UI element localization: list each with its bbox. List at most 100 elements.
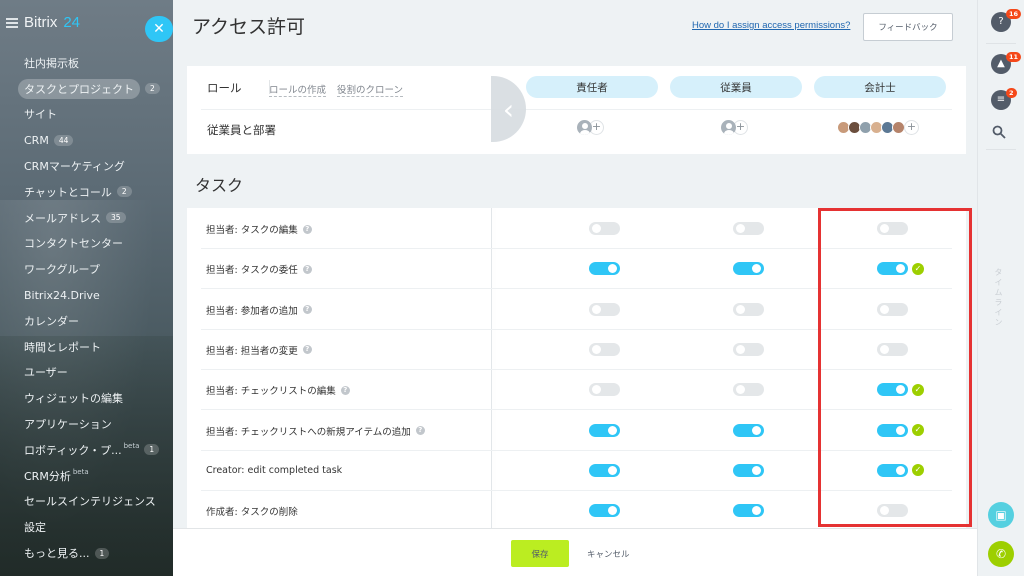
logo[interactable]: Bitrix 24 [6, 14, 80, 31]
help-icon[interactable]: ? [415, 426, 425, 435]
sidebar-item-label: CRM [24, 133, 49, 147]
close-slider-button[interactable]: ✕ [145, 16, 173, 42]
sidebar-item[interactable]: ワークグループ [0, 256, 173, 282]
role-column-manager[interactable]: 責任者 [526, 76, 658, 98]
sidebar-item[interactable]: CRM 44 [0, 127, 173, 153]
help-icon[interactable]: ? [302, 345, 312, 355]
toggle-knob [752, 264, 761, 274]
sidebar-item-label: サイト [24, 108, 57, 122]
sidebar-item[interactable]: Bitrix24.Drive [0, 282, 173, 308]
sidebar-item[interactable]: タスクとプロジェクト 2 [0, 76, 173, 102]
help-icon[interactable]: ? [302, 264, 312, 274]
members-manager[interactable]: + [577, 120, 604, 135]
timeline-label[interactable]: タイムライン [993, 268, 1004, 328]
sidebar-item-label: メールアドレス [24, 211, 101, 225]
permission-toggle[interactable] [733, 504, 764, 518]
members-accountant[interactable]: + [837, 120, 919, 135]
create-role-link[interactable]: ロールの作成 [269, 82, 327, 97]
user-avatar-icon [577, 120, 592, 135]
sidebar-item-label: もっと見る... [24, 547, 90, 561]
role-column-employee[interactable]: 従業員 [670, 76, 802, 98]
search-icon[interactable] [992, 125, 1006, 139]
permission-label: 担当者: タスクの委任? [206, 249, 312, 289]
permission-toggle[interactable] [589, 504, 620, 518]
sidebar-item[interactable]: ロボティック・プ... beta 1 [0, 437, 173, 463]
sidebar-item[interactable]: セールスインテリジェンス [0, 489, 173, 515]
chevron-left-icon: ‹ [502, 92, 515, 126]
toggle-knob [592, 385, 601, 395]
sidebar-menu: 社内掲示板 タスクとプロジェクト 2 サイト CRM 44 CRMマーケティング チャットとコ… [0, 50, 173, 566]
add-member-icon[interactable]: + [904, 120, 919, 135]
permission-toggle[interactable] [733, 383, 764, 397]
sidebar-item[interactable]: 社内掲示板 [0, 50, 173, 76]
permission-toggle[interactable] [733, 463, 764, 477]
sidebar-item[interactable]: カレンダー [0, 308, 173, 334]
counter-badge: 35 [106, 212, 126, 224]
help-icon[interactable]: ? [302, 224, 312, 234]
sidebar-item[interactable]: CRM分析 beta [0, 463, 173, 489]
toggle-knob [736, 385, 745, 395]
permission-toggle[interactable] [589, 383, 620, 397]
divider [986, 43, 1016, 44]
sidebar-item[interactable]: チャットとコール 2 [0, 179, 173, 205]
highlight-annotation [818, 208, 972, 527]
sidebar-item[interactable]: コンタクトセンター [0, 231, 173, 257]
toggle-knob [608, 506, 617, 516]
save-button[interactable]: 保存 [511, 540, 569, 567]
permission-toggle[interactable] [589, 423, 620, 437]
help-icon[interactable]: ? [302, 305, 312, 315]
sidebar-item[interactable]: ユーザー [0, 360, 173, 386]
beta-label: beta [72, 467, 89, 476]
permission-toggle[interactable] [733, 262, 764, 276]
permission-label: 担当者: チェックリストへの新規アイテムの追加? [206, 411, 425, 451]
sidebar-item[interactable]: もっと見る... 1 [0, 540, 173, 566]
feedback-button[interactable]: フィードバック [863, 13, 953, 41]
divider [986, 149, 1016, 150]
permission-toggle[interactable] [589, 222, 620, 235]
permission-label-text: 担当者: 担当者の変更 [206, 345, 298, 357]
permission-toggle[interactable] [733, 302, 764, 316]
counter-badge: 1 [94, 547, 110, 559]
toggle-knob [592, 344, 601, 354]
help-icon[interactable]: ? [340, 385, 350, 395]
counter-badge: 1 [144, 444, 160, 456]
toggle-knob [608, 465, 617, 475]
permission-label-text: 担当者: チェックリストの編集 [206, 386, 336, 398]
roles-label: ロール [207, 81, 242, 95]
permission-toggle[interactable] [733, 222, 764, 235]
sidebar-item[interactable]: 設定 [0, 514, 173, 540]
permission-toggle[interactable] [733, 342, 764, 356]
sidebar-item[interactable]: アプリケーション [0, 411, 173, 437]
permission-toggle[interactable] [733, 423, 764, 437]
cancel-button[interactable]: キャンセル [587, 540, 630, 567]
left-sidebar: Bitrix 24 社内掲示板 タスクとプロジェクト 2 サイト CRM 44 CRMマーケ… [0, 0, 173, 576]
divider [201, 109, 952, 110]
user-avatar-icon [721, 120, 736, 135]
members-employee[interactable]: + [721, 120, 748, 135]
permission-toggle[interactable] [589, 262, 620, 276]
sidebar-item[interactable]: メールアドレス 35 [0, 205, 173, 231]
permission-label: 担当者: チェックリストの編集? [206, 370, 350, 410]
permission-label-text: 担当者: 参加者の追加 [206, 305, 298, 317]
sidebar-item[interactable]: サイト [0, 102, 173, 128]
toggle-knob [752, 465, 761, 475]
document-icon[interactable]: ▣ [988, 502, 1014, 528]
sidebar-item-label: 社内掲示板 [24, 56, 79, 70]
sidebar-item-label: CRM分析 [24, 469, 71, 483]
notifications-badge: 11 [1006, 52, 1022, 62]
clone-role-link[interactable]: 役割のクローン [337, 82, 404, 97]
help-link[interactable]: How do I assign access permissions? [692, 20, 850, 31]
counter-badge: 2 [116, 186, 132, 198]
permission-toggle[interactable] [589, 463, 620, 477]
sidebar-item-label: タスクとプロジェクト [18, 78, 140, 99]
role-column-accountant[interactable]: 会計士 [814, 76, 946, 98]
phone-icon[interactable]: ✆ [988, 541, 1014, 567]
help-badge: 16 [1006, 9, 1022, 19]
sidebar-item[interactable]: ウィジェットの編集 [0, 385, 173, 411]
permission-toggle[interactable] [589, 342, 620, 356]
permission-toggle[interactable] [589, 302, 620, 316]
sidebar-item[interactable]: 時間とレポート [0, 334, 173, 360]
menu-burger-icon[interactable] [6, 17, 18, 28]
permission-label: 担当者: 担当者の変更? [206, 330, 312, 370]
sidebar-item[interactable]: CRMマーケティング [0, 153, 173, 179]
